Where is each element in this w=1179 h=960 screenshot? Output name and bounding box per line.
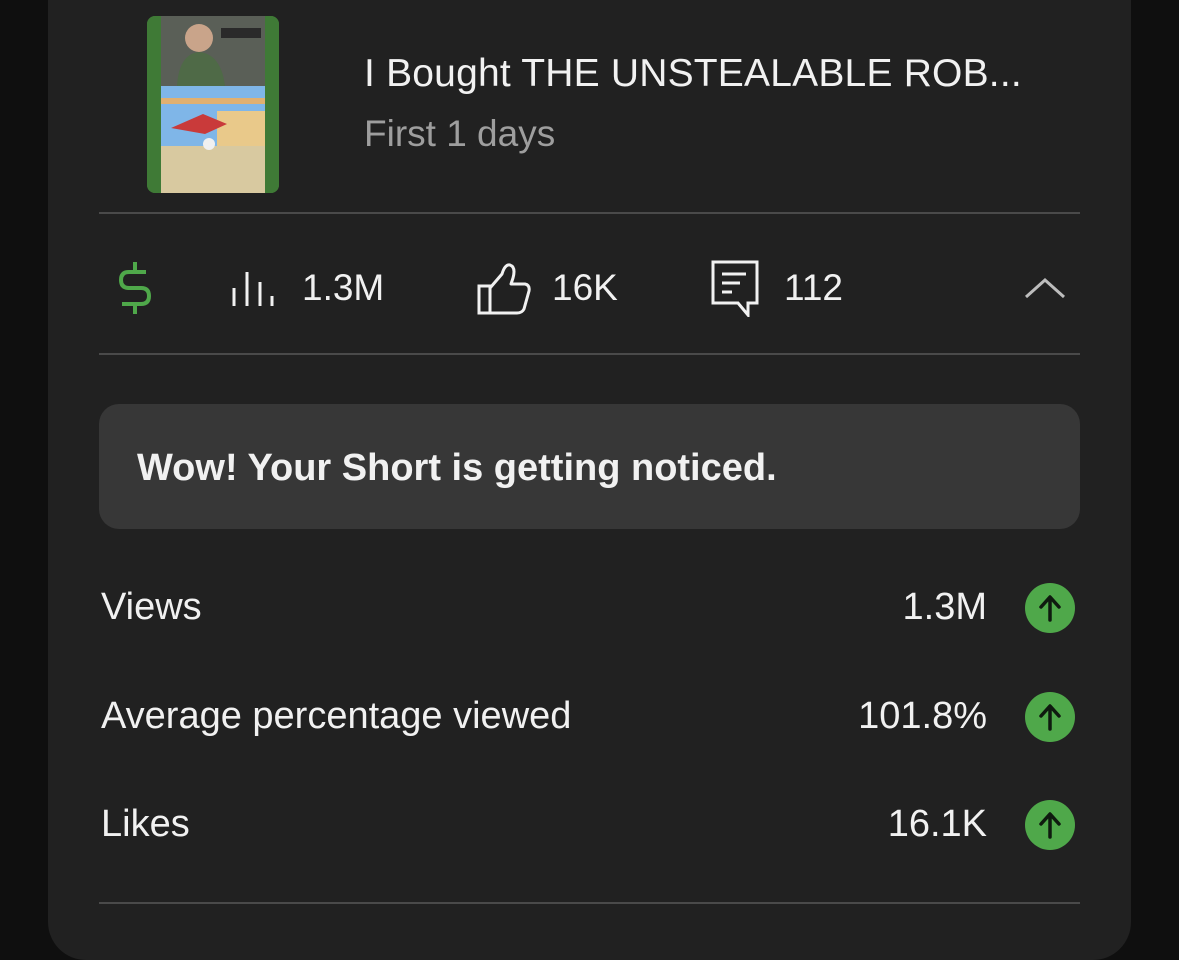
metric-value: 101.8% bbox=[858, 695, 987, 737]
likes-stat[interactable]: 16K bbox=[476, 258, 618, 318]
collapse-button[interactable] bbox=[1018, 264, 1072, 312]
comments-count: 112 bbox=[784, 267, 843, 308]
comment-icon bbox=[710, 259, 760, 317]
metric-row-average-percentage-viewed[interactable]: Average percentage viewed 101.8% bbox=[99, 687, 1080, 747]
monetization-status[interactable] bbox=[113, 258, 157, 318]
arrow-up-icon bbox=[1025, 692, 1075, 742]
chevron-up-icon bbox=[1024, 277, 1066, 299]
metric-label: Average percentage viewed bbox=[101, 695, 572, 737]
divider-top bbox=[99, 212, 1080, 214]
metric-row-likes[interactable]: Likes 16.1K bbox=[99, 795, 1080, 855]
divider-bottom bbox=[99, 902, 1080, 904]
video-title[interactable]: I Bought THE UNSTEALABLE ROB... bbox=[364, 52, 1022, 96]
video-date-range: First 1 days bbox=[364, 113, 556, 154]
metric-row-views[interactable]: Views 1.3M bbox=[99, 578, 1080, 638]
metric-value: 1.3M bbox=[902, 586, 987, 628]
notice-text: Wow! Your Short is getting noticed. bbox=[137, 447, 777, 489]
views-stat[interactable]: 1.3M bbox=[228, 258, 384, 318]
divider-middle bbox=[99, 353, 1080, 355]
comments-stat[interactable]: 112 bbox=[710, 258, 843, 318]
dollar-icon bbox=[113, 258, 157, 318]
metric-label: Likes bbox=[101, 803, 190, 845]
metric-label: Views bbox=[101, 586, 202, 628]
metric-value: 16.1K bbox=[887, 803, 987, 845]
likes-count: 16K bbox=[552, 267, 618, 308]
views-count: 1.3M bbox=[302, 267, 385, 308]
video-thumbnail[interactable] bbox=[147, 16, 279, 193]
thumbs-up-icon bbox=[476, 260, 532, 316]
arrow-up-icon bbox=[1025, 800, 1075, 850]
notice-banner: Wow! Your Short is getting noticed. bbox=[99, 404, 1080, 529]
arrow-up-icon bbox=[1025, 583, 1075, 633]
bar-chart-icon bbox=[228, 268, 276, 308]
